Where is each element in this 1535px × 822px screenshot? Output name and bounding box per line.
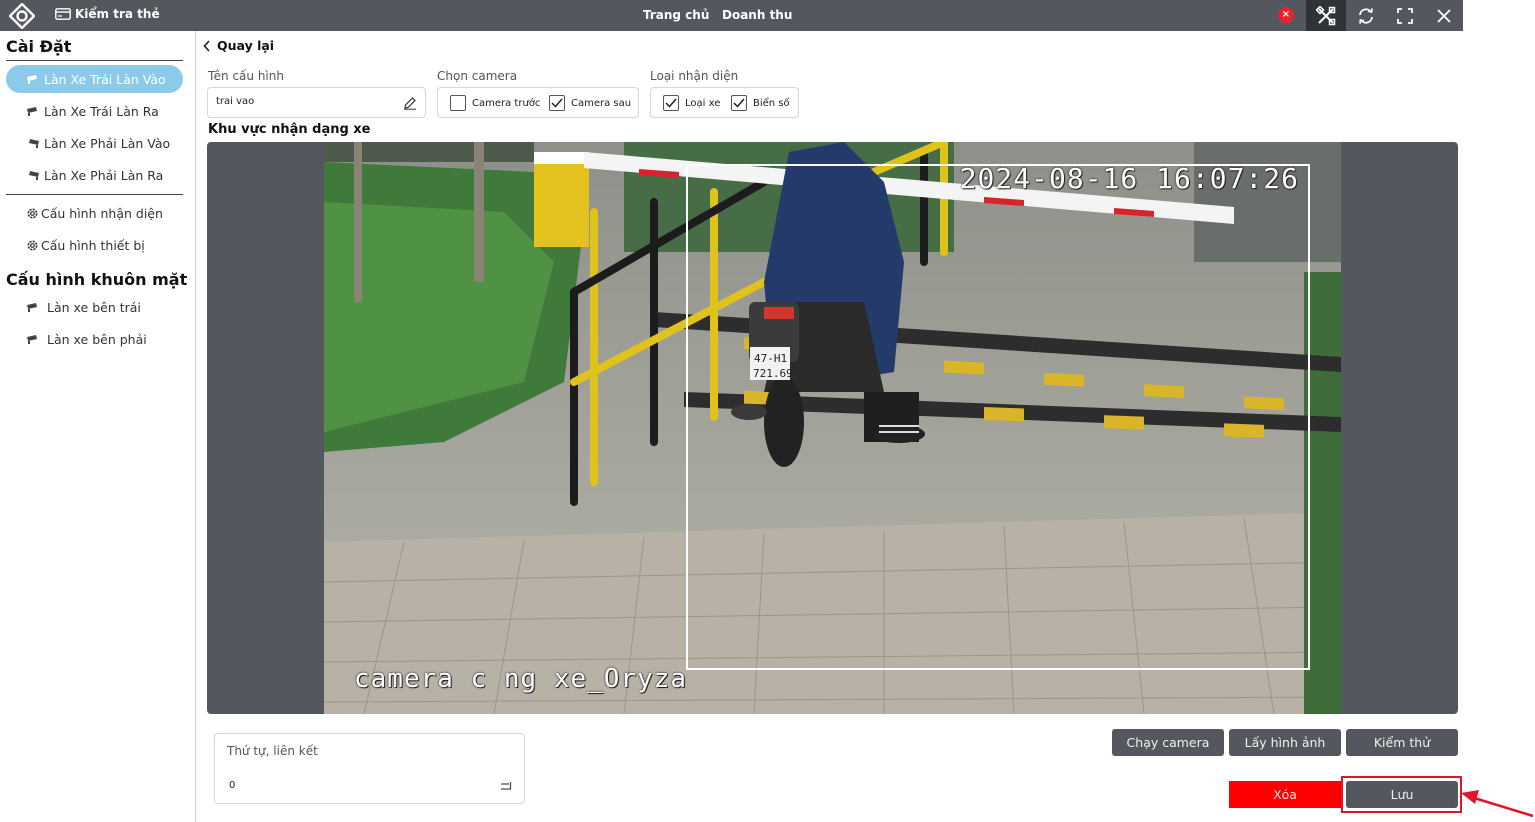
refresh-button[interactable] <box>1346 0 1386 31</box>
front-camera-label: Camera trước <box>472 97 541 109</box>
save-button-highlight <box>1341 776 1462 813</box>
gear-icon <box>27 208 38 218</box>
check-card-label: Kiểm tra thẻ <box>75 7 160 21</box>
delete-button[interactable]: Xóa <box>1229 781 1341 808</box>
order-link-label: Thứ tự, liên kết <box>227 744 318 758</box>
fullscreen-icon <box>1397 7 1413 24</box>
tools-icon <box>1316 5 1336 25</box>
sidebar-item-face-left-lane[interactable]: Làn xe bên trái <box>6 293 183 321</box>
back-label: Quay lại <box>217 38 275 53</box>
back-button[interactable]: Quay lại <box>203 38 274 53</box>
order-link-field[interactable]: Thứ tự, liên kết <box>214 733 525 804</box>
sidebar-item-label: Cấu hình thiết bị <box>41 237 145 253</box>
fullscreen-button[interactable] <box>1385 0 1425 31</box>
vehicle-type-checkbox[interactable]: Loại xe <box>663 95 720 111</box>
nav-home-link[interactable]: Trang chủ <box>643 8 709 22</box>
sidebar-item-label: Làn xe bên phải <box>47 331 147 347</box>
link-order-icon[interactable] <box>500 780 512 792</box>
annotation-arrow-icon <box>1461 790 1534 818</box>
sidebar-item-recognition-config[interactable]: Cấu hình nhận diện <box>6 199 183 227</box>
rear-camera-label: Camera sau <box>571 97 632 109</box>
order-link-input[interactable] <box>229 780 429 791</box>
close-window-button[interactable] <box>1424 0 1464 31</box>
settings-heading: Cài Đặt <box>6 37 72 56</box>
sidebar-item-device-config[interactable]: Cấu hình thiết bị <box>6 231 183 259</box>
checkbox-unchecked[interactable] <box>450 95 466 111</box>
license-plate-label: Biển số <box>753 97 790 109</box>
tools-button[interactable] <box>1306 0 1346 31</box>
recognition-region-title: Khu vực nhận dạng xe <box>208 122 371 137</box>
camera-icon <box>29 139 39 148</box>
camera-select-group: Camera trước Camera sau <box>437 87 639 118</box>
sidebar: Cài Đặt Làn Xe Trái Làn Vào Làn Xe Trái … <box>0 31 196 822</box>
sidebar-item-left-lane-in[interactable]: Làn Xe Trái Làn Vào <box>6 65 183 93</box>
get-image-button[interactable]: Lấy hình ảnh <box>1229 729 1341 756</box>
error-status-icon[interactable]: × <box>1278 7 1294 23</box>
rear-camera-checkbox[interactable]: Camera sau <box>549 95 631 111</box>
close-icon <box>1437 8 1451 23</box>
sidebar-item-label: Cấu hình nhận diện <box>41 205 163 221</box>
video-camera-name: camera c ng xe_Oryza <box>354 664 688 694</box>
camera-icon <box>29 171 39 180</box>
check-card-button[interactable]: Kiểm tra thẻ <box>55 7 160 21</box>
card-icon <box>55 8 71 20</box>
checkbox-checked[interactable] <box>549 95 565 111</box>
license-plate-checkbox[interactable]: Biển số <box>731 95 790 111</box>
check-icon <box>733 98 745 108</box>
face-config-heading: Cấu hình khuôn mặt <box>6 270 188 289</box>
sidebar-item-right-lane-in[interactable]: Làn Xe Phải Làn Vào <box>6 129 183 157</box>
recognition-type-label: Loại nhận diện <box>650 69 739 83</box>
run-camera-button[interactable]: Chạy camera <box>1112 729 1224 756</box>
divider <box>6 194 183 195</box>
app-logo-icon[interactable] <box>9 3 35 29</box>
sidebar-item-label: Làn Xe Phải Làn Ra <box>44 167 164 183</box>
chevron-left-icon <box>203 39 210 52</box>
sidebar-item-face-right-lane[interactable]: Làn xe bên phải <box>6 325 183 353</box>
title-bar: Kiểm tra thẻ Trang chủ Doanh thu × <box>0 0 1463 31</box>
sidebar-item-label: Làn Xe Phải Làn Vào <box>44 135 171 151</box>
camera-icon <box>27 303 37 312</box>
edit-icon[interactable] <box>403 96 417 110</box>
camera-icon <box>27 335 37 344</box>
divider <box>6 60 183 61</box>
camera-select-label: Chọn camera <box>437 69 518 83</box>
sidebar-item-label: Làn xe bên trái <box>47 299 141 315</box>
camera-icon <box>27 75 37 84</box>
recognition-region-box[interactable] <box>686 164 1310 670</box>
camera-preview: 47-H1 721.69 2024-08-16 16:07:26 camera … <box>207 142 1458 714</box>
sidebar-item-right-lane-out[interactable]: Làn Xe Phải Làn Ra <box>6 161 183 189</box>
refresh-icon <box>1359 7 1373 24</box>
video-timestamp: 2024-08-16 16:07:26 <box>959 162 1299 195</box>
nav-revenue-link[interactable]: Doanh thu <box>722 8 792 22</box>
sidebar-item-label: Làn Xe Trái Làn Ra <box>44 103 159 119</box>
sidebar-item-label: Làn Xe Trái Làn Vào <box>44 71 166 87</box>
gear-icon <box>27 240 38 250</box>
test-button[interactable]: Kiểm thử <box>1346 729 1458 756</box>
camera-icon <box>27 107 37 116</box>
front-camera-checkbox[interactable]: Camera trước <box>450 95 540 111</box>
config-name-input[interactable] <box>216 96 396 107</box>
checkbox-checked[interactable] <box>663 95 679 111</box>
check-icon <box>665 98 677 108</box>
config-name-field[interactable] <box>207 87 426 118</box>
sidebar-item-left-lane-out[interactable]: Làn Xe Trái Làn Ra <box>6 97 183 125</box>
checkbox-checked[interactable] <box>731 95 747 111</box>
config-name-label: Tên cấu hình <box>208 69 284 83</box>
recognition-type-group: Loại xe Biển số <box>650 87 799 118</box>
vehicle-type-label: Loại xe <box>685 97 721 109</box>
check-icon <box>551 98 563 108</box>
camera-snapshot[interactable]: 47-H1 721.69 2024-08-16 16:07:26 camera … <box>324 142 1341 714</box>
